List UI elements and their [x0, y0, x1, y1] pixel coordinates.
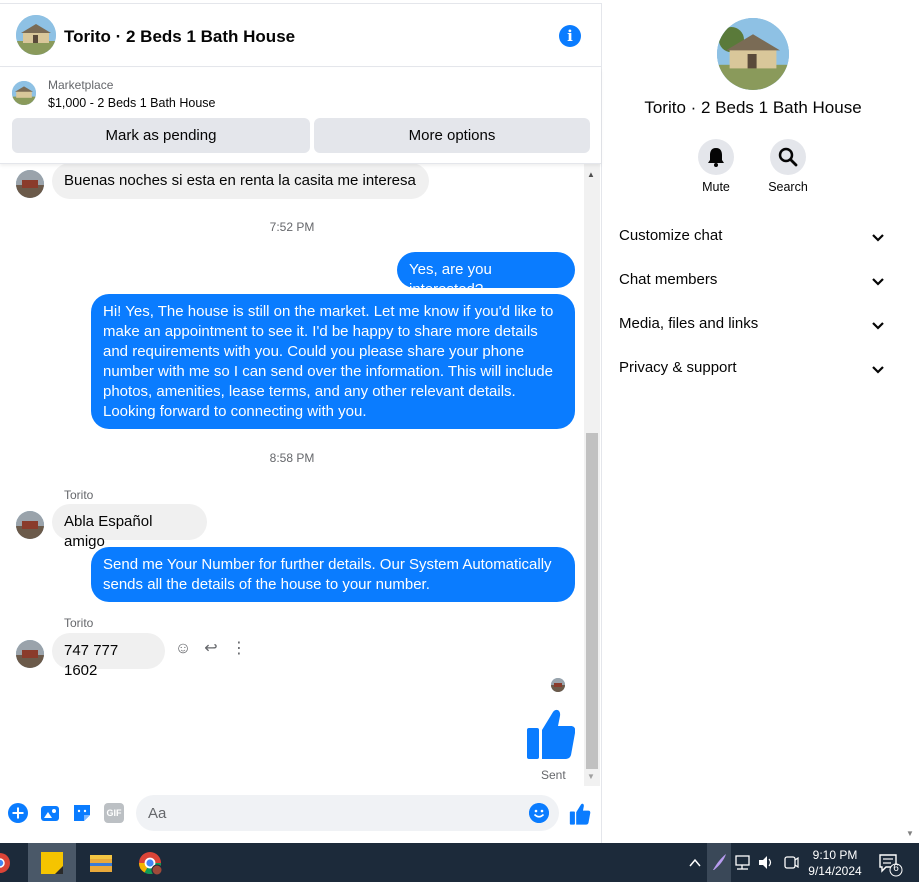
sender-avatar[interactable] — [16, 170, 44, 198]
message-incoming[interactable]: Abla Español amigo — [52, 504, 207, 550]
search-icon — [778, 147, 798, 167]
clock-date: 9/14/2024 — [808, 864, 862, 878]
sent-status: Sent — [541, 768, 566, 782]
network-icon[interactable] — [734, 843, 752, 882]
profile-avatar[interactable] — [717, 18, 789, 90]
chevron-down-icon — [872, 278, 884, 286]
sender-avatar[interactable] — [16, 511, 44, 539]
chrome-icon — [139, 852, 163, 876]
like-button-icon[interactable] — [569, 803, 591, 825]
search-button[interactable] — [770, 139, 806, 175]
volume-icon[interactable] — [757, 843, 775, 882]
photo-icon[interactable] — [40, 803, 60, 823]
clock-time: 9:10 PM — [812, 848, 858, 862]
timestamp: 7:52 PM — [269, 220, 315, 234]
chevron-down-icon — [872, 322, 884, 330]
react-icon[interactable]: ☺ — [174, 640, 192, 658]
thumbs-up-icon — [527, 709, 575, 759]
sticky-notes-icon — [41, 852, 63, 874]
sticker-icon[interactable] — [72, 803, 92, 823]
read-receipt-avatar — [551, 678, 565, 692]
meet-now-icon[interactable] — [782, 843, 800, 882]
message-outgoing[interactable]: Hi! Yes, The house is still on the marke… — [91, 294, 575, 429]
marketplace-listing-bar: Marketplace $1,000 - 2 Beds 1 Bath House… — [0, 68, 601, 164]
bell-icon — [708, 148, 724, 167]
plus-icon[interactable] — [8, 803, 28, 823]
section-chat-members[interactable]: Chat members — [619, 271, 891, 293]
message-incoming[interactable]: Buenas noches si esta en renta la casita… — [52, 163, 429, 199]
taskbar-clock[interactable]: 9:10 PM 9/14/2024 — [801, 847, 869, 879]
scrollbar-thumb[interactable] — [586, 433, 598, 769]
chat-info-pane: Torito · 2 Beds 1 Bath House Mute Search… — [603, 3, 903, 843]
sticky-notes-app[interactable] — [28, 843, 76, 882]
scroll-up-arrow[interactable]: ▲ — [587, 170, 595, 179]
chrome-app[interactable] — [126, 843, 174, 882]
section-media-files-links[interactable]: Media, files and links — [619, 315, 891, 337]
windows-taskbar: 9:10 PM 9/14/2024 6 — [0, 843, 919, 882]
file-explorer-app[interactable] — [76, 843, 124, 882]
more-options-button[interactable]: More options — [314, 118, 590, 153]
listing-thumbnail[interactable] — [12, 81, 36, 105]
message-outgoing[interactable]: Send me Your Number for further details.… — [91, 547, 575, 602]
chrome-icon-partial[interactable] — [0, 843, 18, 882]
section-label: Media, files and links — [619, 315, 759, 332]
section-label: Chat members — [619, 271, 718, 288]
show-hidden-icons-chevron[interactable] — [688, 843, 702, 882]
timestamp: 8:58 PM — [269, 451, 315, 465]
emoji-icon[interactable] — [529, 803, 549, 823]
reply-icon[interactable]: ↩ — [202, 640, 220, 658]
sender-name: Torito — [64, 488, 94, 502]
gif-icon[interactable]: GIF — [104, 803, 124, 823]
sender-avatar[interactable] — [16, 640, 44, 668]
chat-title[interactable]: Torito · 2 Beds 1 Bath House — [64, 27, 295, 47]
composer: GIF — [0, 787, 601, 840]
section-customize-chat[interactable]: Customize chat — [619, 227, 891, 249]
contact-avatar[interactable] — [16, 15, 56, 55]
message-input[interactable] — [136, 795, 506, 831]
profile-name: Torito · 2 Beds 1 Bath House — [644, 98, 862, 117]
notifications-button[interactable]: 6 — [876, 843, 906, 882]
info-icon[interactable]: i — [559, 25, 581, 47]
folder-icon — [90, 855, 112, 872]
marketplace-label: Marketplace — [48, 78, 114, 92]
section-label: Customize chat — [619, 227, 723, 244]
messenger-app: Torito · 2 Beds 1 Bath House i Marketpla… — [0, 0, 919, 843]
notification-count-badge: 6 — [893, 863, 899, 874]
chat-header: Torito · 2 Beds 1 Bath House i — [0, 4, 601, 67]
chevron-down-icon — [872, 234, 884, 242]
listing-price[interactable]: $1,000 - 2 Beds 1 Bath House — [48, 96, 215, 110]
message-outgoing[interactable]: Yes, are you interested? — [397, 252, 575, 298]
notification-center-icon — [879, 854, 903, 877]
mute-label: Mute — [702, 180, 730, 194]
sender-name: Torito — [64, 616, 94, 630]
pen-tray-item[interactable] — [707, 843, 731, 882]
message-incoming[interactable]: 747 777 1602 — [52, 633, 165, 679]
mute-button[interactable] — [698, 139, 734, 175]
scroll-down-arrow[interactable]: ▼ — [587, 772, 595, 781]
more-icon[interactable]: ⋮ — [230, 640, 248, 658]
feather-pen-icon — [713, 854, 726, 870]
chevron-down-icon — [872, 366, 884, 374]
mark-as-pending-button[interactable]: Mark as pending — [12, 118, 310, 153]
page-scroll-down-arrow[interactable]: ▼ — [906, 829, 914, 838]
message-actions: ☺ ↩ ⋮ — [174, 640, 248, 658]
section-label: Privacy & support — [619, 359, 737, 376]
message-input-wrapper — [136, 795, 559, 831]
section-privacy-support[interactable]: Privacy & support — [619, 359, 891, 381]
search-label: Search — [768, 180, 808, 194]
